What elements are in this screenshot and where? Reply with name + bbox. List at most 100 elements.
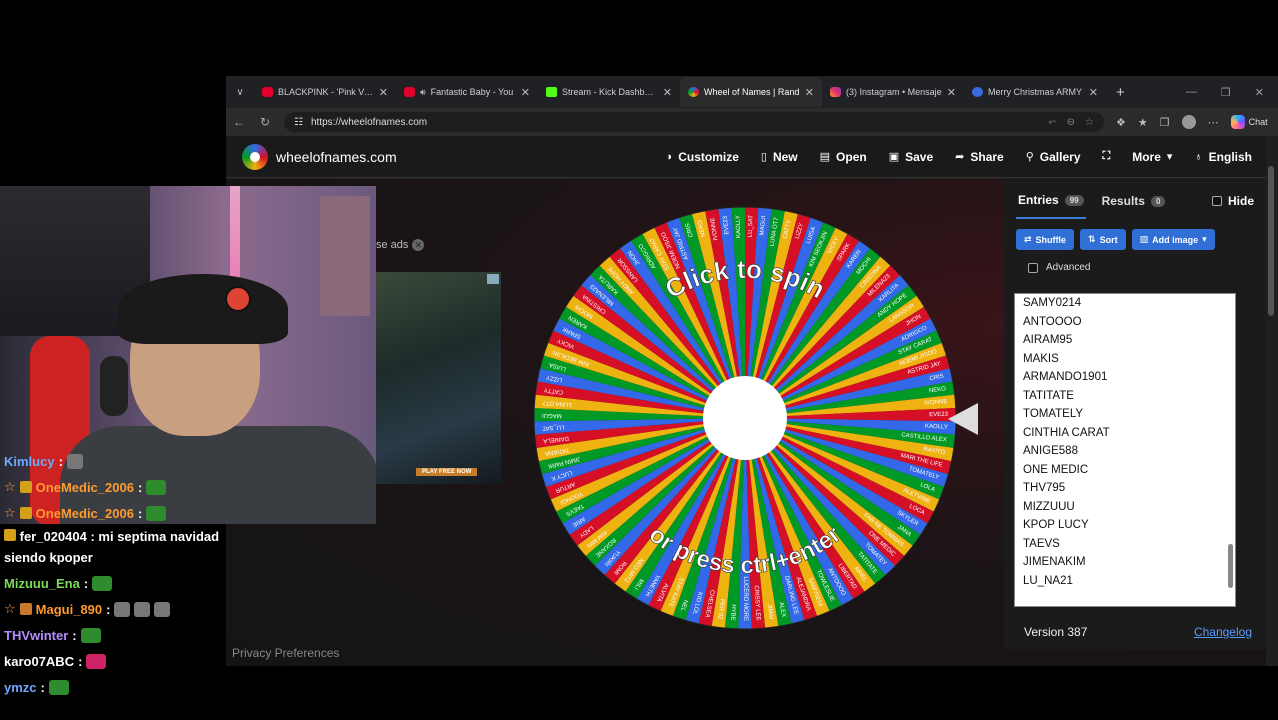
entry-line[interactable]: TOMATELY	[1015, 405, 1235, 424]
entry-line[interactable]: MIZZUUU	[1015, 498, 1235, 517]
collections-icon[interactable]: ❐	[1160, 116, 1170, 129]
wheel-segment-label: LUCERO MORE	[742, 576, 748, 621]
wheel-pointer-icon	[948, 403, 978, 435]
palette-icon: ◑	[665, 150, 673, 163]
ad-banner[interactable]: PLAY FREE NOW	[376, 272, 501, 484]
page-scrollbar[interactable]	[1268, 136, 1274, 666]
hide-label: Hide	[1227, 194, 1254, 208]
entry-line[interactable]: TAEVS	[1015, 535, 1235, 554]
wheel[interactable]: LU_SAT MAGUI LUNA OT7 CATTY LIZZY LUISA KIM SE…	[532, 205, 958, 631]
entry-line[interactable]: MAKIS	[1015, 350, 1235, 369]
reload-icon[interactable]: ↻	[252, 115, 278, 129]
close-window-icon[interactable]: ✕	[1255, 86, 1264, 99]
cap-logo-icon	[225, 286, 251, 312]
tab-title: Wheel of Names | Rand	[704, 87, 800, 97]
browser-tab[interactable]: Stream - Kick Dashboard ✕	[538, 77, 680, 107]
speaker-icon[interactable]: 🔊︎	[420, 87, 426, 98]
block-icon[interactable]: ⊖	[1067, 117, 1075, 128]
sub-badge-icon	[4, 529, 16, 541]
changelog-link[interactable]: Changelog	[1194, 625, 1252, 639]
profile-avatar-icon[interactable]	[1181, 115, 1196, 129]
restore-icon[interactable]: ❐	[1221, 86, 1231, 99]
menu-gallery[interactable]: ⚲ Gallery	[1026, 150, 1081, 164]
entry-line[interactable]: JIMENAKIM	[1015, 553, 1235, 572]
chat-message: Kimlucy:	[4, 448, 264, 474]
tab-list-icon[interactable]: ∨	[226, 87, 254, 98]
menu-open[interactable]: ▤ Open	[820, 150, 867, 164]
page-scroll-thumb[interactable]	[1268, 166, 1274, 316]
wheel-center[interactable]	[703, 376, 787, 460]
favorites-icon[interactable]: ★	[1138, 116, 1148, 129]
site-logo[interactable]: wheelofnames.com	[226, 143, 397, 170]
site-menu: ◑ Customize ▯ New ▤ Open ▣ Save ➦ Share ⚲ Gall…	[666, 150, 1266, 164]
close-icon[interactable]: ✕	[521, 86, 530, 99]
ad-cta-button[interactable]: PLAY FREE NOW	[416, 468, 478, 476]
menu-label: Save	[905, 149, 934, 164]
tab-bar: ∨ BLACKPINK - 'Pink Vend ✕ 🔊︎ Fantastic …	[226, 76, 1278, 108]
close-icon[interactable]: ✕	[412, 239, 425, 251]
entry-line[interactable]: AIRAM95	[1015, 331, 1235, 350]
menu-new[interactable]: ▯ New	[761, 150, 798, 164]
star-badge-icon: ☆	[4, 601, 16, 616]
tab-entries[interactable]: Entries 99	[1016, 183, 1086, 219]
entry-line[interactable]: CINTHIA CARAT	[1015, 424, 1235, 443]
entries-scroll-thumb[interactable]	[1228, 544, 1233, 588]
add-image-button[interactable]: ▧ Add image ▾	[1131, 229, 1215, 250]
extensions-icon[interactable]: ❖	[1116, 116, 1126, 129]
emote-icon	[86, 653, 107, 669]
close-icon[interactable]: ✕	[1089, 86, 1098, 99]
menu-customize[interactable]: ◑ Customize	[666, 150, 739, 164]
browser-tab[interactable]: BLACKPINK - 'Pink Vend ✕	[254, 77, 396, 107]
browser-tab[interactable]: Merry Christmas ARMY ✕	[964, 77, 1106, 107]
advanced-checkbox[interactable]	[1028, 262, 1038, 273]
wheel-segment-label: EVE23	[929, 412, 948, 418]
chat-username: Kimlucy	[4, 453, 55, 469]
button-label: Shuffle	[1035, 234, 1067, 245]
entry-line[interactable]: TATITATE	[1015, 387, 1235, 406]
more-icon[interactable]: ⋯	[1208, 116, 1219, 129]
menu-save[interactable]: ▣ Save	[889, 150, 933, 164]
tab-results[interactable]: Results 0	[1100, 184, 1168, 218]
image-icon: ▧	[1139, 234, 1149, 244]
close-icon[interactable]: ✕	[379, 86, 388, 99]
favorite-star-icon[interactable]: ☆	[1085, 117, 1094, 128]
hide-toggle[interactable]: Hide	[1211, 194, 1254, 208]
menu-language[interactable]: ♁ English	[1194, 150, 1252, 164]
browser-tab[interactable]: (3) Instagram • Mensaje ✕	[822, 77, 964, 107]
wheel-logo-icon	[242, 143, 268, 170]
url-text: https://wheelofnames.com	[310, 116, 428, 128]
translate-icon[interactable]: ⬿	[1049, 117, 1057, 128]
menu-more[interactable]: More ▾	[1132, 150, 1172, 164]
close-icon[interactable]: ✕	[805, 86, 814, 99]
wheel-svg[interactable]: LU_SAT MAGUI LUNA OT7 CATTY LIZZY LUISAKIM SE…	[532, 205, 958, 631]
sort-button[interactable]: ⇅ Sort	[1080, 229, 1126, 250]
entry-line[interactable]: ARMANDO1901	[1015, 368, 1235, 387]
youtube-icon	[404, 87, 415, 97]
entry-line[interactable]: LU_NA21	[1015, 572, 1235, 591]
entries-count-badge: 99	[1064, 194, 1084, 206]
menu-share[interactable]: ➦ Share	[955, 150, 1004, 164]
minimize-icon[interactable]: —	[1186, 86, 1197, 99]
entry-line[interactable]: ONE MEDIC	[1015, 461, 1235, 480]
close-icon[interactable]: ✕	[947, 86, 956, 99]
back-icon[interactable]: ←	[226, 115, 252, 129]
hide-checkbox[interactable]	[1211, 196, 1222, 206]
close-icon[interactable]: ✕	[663, 86, 672, 99]
browser-tab[interactable]: 🔊︎ Fantastic Baby - You ✕	[396, 77, 538, 107]
advanced-toggle[interactable]: Advanced	[1004, 250, 1266, 285]
menu-fullscreen[interactable]: ⛶	[1103, 150, 1111, 164]
browser-tab-active[interactable]: Wheel of Names | Rand ✕	[680, 77, 822, 107]
entry-line[interactable]: ANTOOOO	[1015, 313, 1235, 332]
new-tab-icon[interactable]: +	[1106, 84, 1135, 101]
entry-line[interactable]: KPOP LUCY	[1015, 516, 1235, 535]
site-info-icon[interactable]: ☷	[294, 117, 303, 128]
entries-textarea[interactable]: SAMY0214 ANTOOOO AIRAM95 MAKIS ARMANDO1901 TA…	[1014, 293, 1236, 607]
entries-panel: Entries 99 Results 0 Hide ⇄ Shuffle ⇅ Sort…	[1004, 179, 1266, 649]
url-field[interactable]: ☷ https://wheelofnames.com ⬿ ⊖ ☆	[284, 112, 1104, 132]
entry-line[interactable]: SAMY0214	[1015, 294, 1235, 313]
shuffle-button[interactable]: ⇄ Shuffle	[1016, 229, 1075, 250]
ad-choices-icon[interactable]	[487, 274, 499, 284]
entry-line[interactable]: ANIGE588	[1015, 442, 1235, 461]
copilot-chat-button[interactable]: Chat	[1230, 115, 1268, 129]
entry-line[interactable]: THV795	[1015, 479, 1235, 498]
